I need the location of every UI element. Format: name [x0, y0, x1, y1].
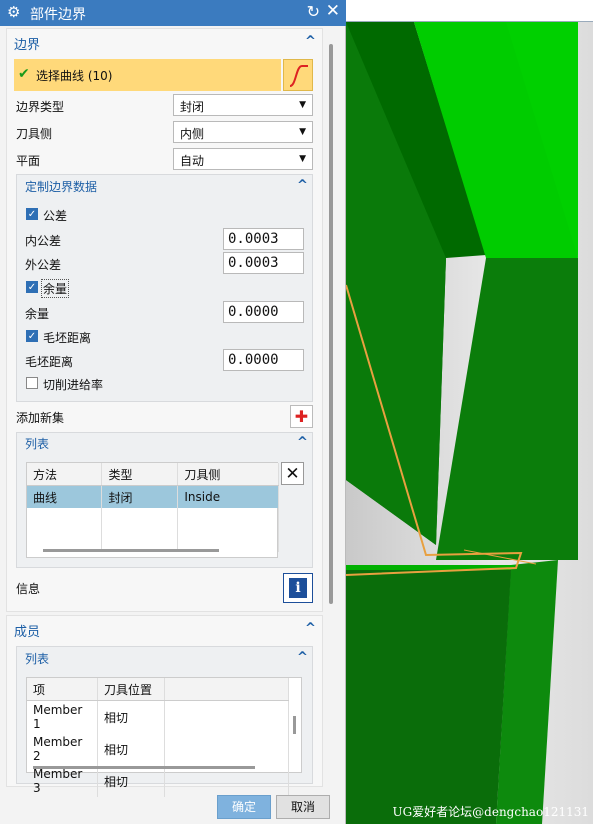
ok-button[interactable]: 确定 — [217, 795, 271, 819]
dialog-title-bar: ⚙ 部件边界 ↻ ✕ — [0, 0, 346, 26]
table-cell: 相切 — [97, 733, 165, 765]
collapse-chevron-icon[interactable]: ^ — [297, 650, 308, 665]
select-curve-label: 选择曲线 (10) — [36, 69, 113, 83]
gear-icon[interactable]: ⚙ — [7, 3, 20, 21]
add-new-set-label: 添加新集 — [16, 411, 65, 425]
delete-button[interactable]: ✕ — [281, 462, 304, 485]
table-row[interactable]: Member 1 相切 — [27, 700, 289, 733]
members-list-table[interactable]: 项 刀具位置 Member 1 相切 Member 2 相切 Member 3 … — [26, 677, 302, 797]
feedrate-checkbox[interactable] — [26, 377, 38, 389]
vertical-scrollbar[interactable] — [293, 716, 296, 734]
reset-icon[interactable]: ↻ — [307, 2, 320, 21]
members-table: 项 刀具位置 Member 1 相切 Member 2 相切 Member 3 … — [27, 678, 289, 797]
dropdown-arrow-icon: ▼ — [299, 127, 306, 137]
column-header[interactable]: 刀具位置 — [97, 678, 165, 701]
members-list-header[interactable]: 列表 — [25, 650, 49, 667]
custom-data-header[interactable]: 定制边界数据 — [25, 178, 97, 195]
info-button[interactable]: i — [283, 573, 313, 603]
check-mark-icon: ✔ — [18, 66, 30, 82]
info-icon: i — [289, 578, 307, 598]
boundary-list-header[interactable]: 列表 — [25, 435, 49, 452]
table-row[interactable]: Member 3 相切 — [27, 765, 289, 797]
collapse-chevron-icon[interactable]: ^ — [297, 435, 308, 450]
plane-select[interactable]: 自动 ▼ — [173, 148, 313, 170]
graphics-viewport[interactable] — [346, 0, 593, 824]
table-cell: Member 1 — [27, 700, 98, 733]
blank-distance-checkbox[interactable]: ✓ — [26, 330, 38, 342]
tolerance-checkbox[interactable]: ✓ — [26, 208, 38, 220]
collapse-chevron-icon[interactable]: ^ — [297, 178, 308, 193]
collapse-chevron-icon[interactable]: ^ — [305, 34, 316, 49]
tool-side-select[interactable]: 内侧 ▼ — [173, 121, 313, 143]
table-row[interactable] — [27, 508, 279, 530]
watermark-text: UG爱好者论坛@dengchao121131 — [392, 805, 589, 819]
part-model — [346, 22, 578, 824]
table-cell: 封闭 — [101, 485, 179, 508]
tool-side-value: 内侧 — [180, 127, 205, 141]
stock-checkbox[interactable]: ✓ — [26, 281, 38, 293]
table-cell: 相切 — [97, 700, 165, 733]
curve-icon — [289, 65, 308, 87]
column-header[interactable]: 类型 — [101, 463, 179, 486]
table-row[interactable]: 曲线 封闭 Inside — [27, 485, 279, 508]
inner-tolerance-input[interactable]: 0.0003 — [223, 228, 304, 250]
feedrate-label: 切削进给率 — [43, 378, 104, 392]
plane-label: 平面 — [16, 154, 41, 168]
boundary-section-header[interactable]: 边界 — [14, 34, 40, 53]
outer-tolerance-input[interactable]: 0.0003 — [223, 252, 304, 274]
column-header[interactable]: 方法 — [27, 463, 103, 486]
stock-input[interactable]: 0.0000 — [223, 301, 304, 323]
horizontal-scrollbar[interactable] — [33, 766, 255, 769]
column-header[interactable]: 项 — [27, 678, 98, 701]
boundary-type-label: 边界类型 — [16, 100, 65, 114]
part-boundary-dialog: ⚙ 部件边界 ↻ ✕ 边界 ^ ✔ 选择曲线 (10) 边界类型 封闭 ▼ 刀具侧… — [0, 0, 346, 824]
table-cell: Inside — [177, 485, 279, 508]
cancel-button[interactable]: 取消 — [276, 795, 330, 819]
plane-value: 自动 — [180, 154, 205, 168]
column-header[interactable]: 刀具侧 — [177, 463, 279, 486]
collapse-chevron-icon[interactable]: ^ — [305, 621, 316, 636]
table-cell: Member 2 — [27, 733, 98, 765]
dropdown-arrow-icon: ▼ — [299, 100, 306, 110]
boundary-type-value: 封闭 — [180, 100, 205, 114]
table-row[interactable]: Member 2 相切 — [27, 733, 289, 765]
horizontal-scrollbar[interactable] — [43, 549, 219, 552]
blank-distance-input[interactable]: 0.0000 — [223, 349, 304, 371]
outer-tolerance-label: 外公差 — [25, 258, 62, 272]
stock-label: 余量 — [25, 307, 50, 321]
add-plus-icon: ✚ — [294, 407, 309, 426]
dropdown-arrow-icon: ▼ — [299, 154, 306, 164]
column-header — [164, 678, 289, 701]
inner-tolerance-label: 内公差 — [25, 234, 62, 248]
boundary-list-table[interactable]: 方法 类型 刀具侧 曲线 封闭 Inside — [26, 462, 279, 558]
boundary-type-select[interactable]: 封闭 ▼ — [173, 94, 313, 116]
tolerance-label: 公差 — [43, 209, 68, 223]
table-cell: 相切 — [97, 765, 165, 797]
table-cell: Member 3 — [27, 765, 98, 797]
curve-selector-button[interactable] — [283, 59, 313, 91]
dialog-title: 部件边界 — [30, 7, 86, 23]
stock-checkbox-label: 余量 — [41, 279, 70, 298]
boundary-table: 方法 类型 刀具侧 曲线 封闭 Inside — [27, 463, 279, 552]
viewport-top-bar — [346, 0, 593, 22]
close-icon[interactable]: ✕ — [326, 1, 340, 21]
delete-x-icon: ✕ — [285, 464, 300, 484]
info-label: 信息 — [16, 582, 41, 596]
members-section-header[interactable]: 成员 — [14, 621, 40, 640]
blank-distance-checkbox-label: 毛坯距离 — [43, 331, 92, 345]
add-new-set-button[interactable]: ✚ — [290, 405, 313, 428]
tool-side-label: 刀具侧 — [16, 127, 53, 141]
dialog-scrollbar[interactable] — [329, 44, 333, 604]
blank-distance-label: 毛坯距离 — [25, 355, 74, 369]
select-curve-row[interactable]: ✔ 选择曲线 (10) — [14, 59, 281, 91]
table-cell: 曲线 — [27, 485, 103, 508]
